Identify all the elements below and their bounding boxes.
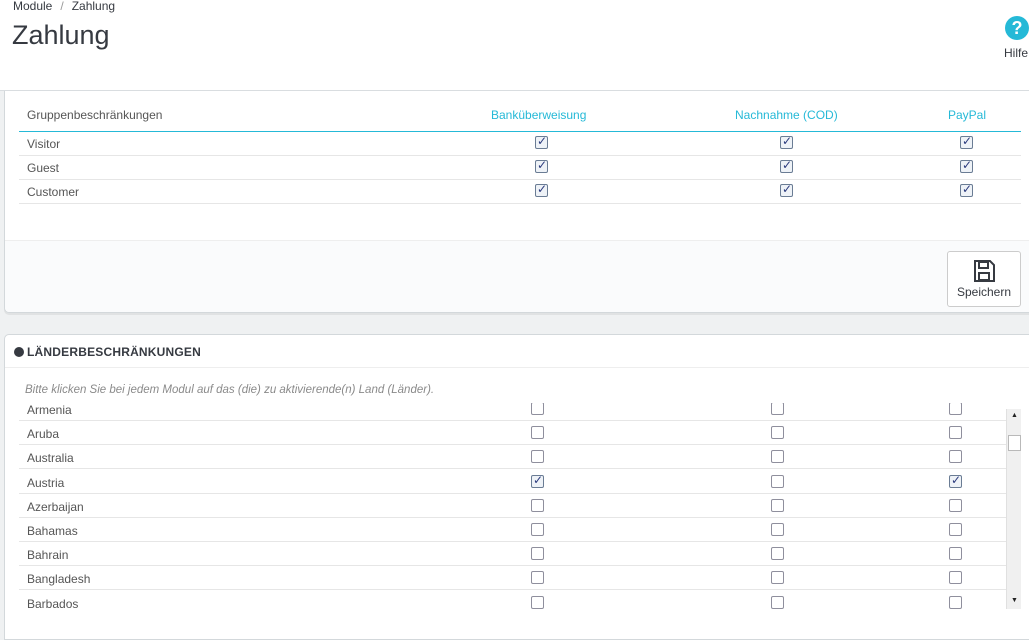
scrollbar-thumb[interactable]	[1008, 435, 1021, 451]
country-list[interactable]: Armenia Aruba Australia Austria Azerbaijan Ba…	[19, 403, 1007, 609]
country-row: Azerbaijan	[19, 494, 1007, 518]
country-checkbox[interactable]	[949, 498, 962, 512]
scroll-up-arrow-icon[interactable]: ▲	[1007, 409, 1022, 423]
country-label: Bahamas	[27, 524, 78, 538]
group-row: Visitor	[19, 132, 1021, 156]
column-cod: Nachnahme (COD)	[735, 108, 838, 122]
group-checkbox[interactable]	[960, 134, 973, 149]
country-checkbox[interactable]	[949, 571, 962, 585]
country-checkbox[interactable]	[531, 595, 544, 609]
group-column-header: Gruppenbeschränkungen	[27, 108, 163, 122]
column-bankwire: Banküberweisung	[491, 108, 587, 122]
group-checkbox[interactable]	[780, 134, 793, 149]
column-paypal: PayPal	[948, 108, 987, 122]
save-button[interactable]: Speichern	[947, 251, 1021, 307]
group-checkbox[interactable]	[780, 182, 793, 197]
page-header: Module / Zahlung Zahlung ? Hilfe	[0, 0, 1029, 91]
country-row: Bahrain	[19, 542, 1007, 567]
group-label: Visitor	[27, 137, 61, 151]
country-checkbox[interactable]	[531, 403, 544, 415]
panel-heading: LÄNDERBESCHRÄNKUNGEN	[5, 335, 1029, 368]
country-label: Barbados	[27, 596, 79, 609]
country-row: Bahamas	[19, 518, 1007, 542]
country-checkbox[interactable]	[949, 473, 962, 488]
country-checkbox[interactable]	[949, 450, 962, 464]
country-row: Armenia	[19, 403, 1007, 421]
panel-footer: Speichern	[5, 240, 1029, 312]
country-checkbox[interactable]	[771, 450, 784, 464]
page-title: Zahlung	[12, 20, 110, 50]
group-checkbox[interactable]	[960, 158, 973, 173]
group-checkbox[interactable]	[535, 134, 548, 149]
country-row: Austria	[19, 470, 1007, 494]
country-checkbox[interactable]	[531, 426, 544, 440]
country-label: Australia	[27, 451, 74, 466]
country-checkbox[interactable]	[949, 547, 962, 561]
breadcrumb-current: Zahlung	[71, 0, 116, 13]
group-label: Guest	[27, 161, 60, 175]
country-checkbox[interactable]	[531, 473, 544, 488]
country-checkbox[interactable]	[771, 595, 784, 609]
country-checkbox[interactable]	[531, 523, 544, 536]
country-label: Azerbaijan	[27, 499, 84, 514]
panel-title: LÄNDERBESCHRÄNKUNGEN	[27, 345, 202, 359]
country-row: Bangladesh	[19, 566, 1007, 591]
save-icon	[974, 260, 995, 282]
country-row: Barbados	[19, 591, 1007, 609]
help-button[interactable]: ? Hilfe	[1003, 16, 1029, 60]
country-checkbox[interactable]	[771, 547, 784, 561]
country-checkbox[interactable]	[771, 571, 784, 585]
group-checkbox[interactable]	[535, 182, 548, 197]
group-restrictions-panel: Gruppenbeschränkungen Banküberweisung Na…	[4, 91, 1029, 313]
save-label: Speichern	[956, 285, 1012, 299]
help-text: Bitte klicken Sie bei jedem Modul auf da…	[25, 384, 435, 396]
group-checkbox[interactable]	[780, 158, 793, 173]
scrollbar[interactable]: ▲ ▼	[1006, 409, 1021, 609]
group-table-header: Gruppenbeschränkungen Banküberweisung Na…	[19, 108, 1021, 132]
help-icon: ?	[1005, 16, 1029, 40]
country-label: Aruba	[27, 427, 60, 442]
country-row: Aruba	[19, 421, 1007, 446]
country-checkbox[interactable]	[531, 547, 544, 561]
group-label: Customer	[27, 185, 80, 199]
country-label: Austria	[27, 475, 65, 490]
group-row: Customer	[19, 180, 1021, 204]
group-row: Guest	[19, 156, 1021, 180]
country-label: Bangladesh	[27, 572, 91, 587]
breadcrumb-separator: /	[60, 0, 64, 13]
country-checkbox[interactable]	[949, 403, 962, 415]
country-restrictions-panel: LÄNDERBESCHRÄNKUNGEN Bitte klicken Sie b…	[4, 334, 1029, 640]
country-checkbox[interactable]	[771, 523, 784, 536]
country-label: Armenia	[27, 403, 72, 417]
country-checkbox[interactable]	[531, 498, 544, 512]
country-checkbox[interactable]	[531, 450, 544, 464]
country-checkbox[interactable]	[949, 595, 962, 609]
help-label: Hilfe	[1003, 46, 1028, 60]
country-checkbox[interactable]	[531, 571, 544, 585]
country-checkbox[interactable]	[771, 403, 784, 415]
scroll-down-arrow-icon[interactable]: ▼	[1007, 594, 1022, 608]
country-checkbox[interactable]	[771, 426, 784, 440]
country-row: Australia	[19, 445, 1007, 470]
country-checkbox[interactable]	[771, 498, 784, 512]
breadcrumb-module-link[interactable]: Module	[13, 0, 52, 13]
breadcrumb: Module / Zahlung	[13, 0, 115, 13]
country-checkbox[interactable]	[771, 474, 784, 488]
country-checkbox[interactable]	[949, 426, 962, 440]
group-checkbox[interactable]	[960, 182, 973, 197]
globe-icon	[14, 347, 24, 357]
country-label: Bahrain	[27, 548, 69, 563]
group-checkbox[interactable]	[535, 158, 548, 173]
country-checkbox[interactable]	[949, 523, 962, 536]
